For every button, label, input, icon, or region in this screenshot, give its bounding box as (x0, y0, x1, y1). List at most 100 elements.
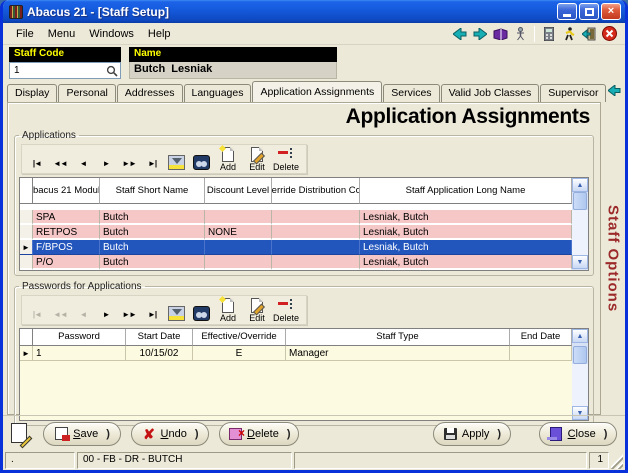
delete-icon (278, 298, 294, 313)
col-override-distribution[interactable]: Override Distribution Code (272, 178, 360, 204)
filter-icon[interactable] (165, 303, 187, 323)
find-icon[interactable] (190, 303, 212, 323)
save-button[interactable]: Save ) (43, 422, 121, 446)
back-icon[interactable] (450, 25, 470, 43)
staff-code-input[interactable]: 1 (9, 62, 121, 79)
col-staff-application-long-name[interactable]: Staff Application Long Name (360, 178, 572, 204)
tab-services[interactable]: Services (383, 84, 439, 102)
add-icon (222, 298, 234, 313)
stop-icon[interactable] (599, 25, 619, 43)
col-password[interactable]: Password (33, 329, 126, 346)
scroll-up-icon[interactable]: ▲ (572, 178, 588, 192)
forward-icon[interactable] (470, 25, 490, 43)
name-value: Butch Lesniak (129, 62, 337, 79)
col-end-date[interactable]: End Date (510, 329, 572, 346)
col-abacus-module[interactable]: Abacus 21 Module (33, 178, 100, 204)
edit-button[interactable]: Edit (243, 147, 271, 172)
last-record-button[interactable]: ►| (141, 305, 163, 323)
status-context: 00 - FB - DR - BUTCH (77, 452, 292, 469)
close-button[interactable]: × (601, 3, 621, 20)
scroll-down-icon[interactable]: ▼ (572, 255, 588, 269)
menu-bar: File Menu Windows Help (3, 23, 625, 45)
add-icon (222, 147, 234, 162)
table-row-selected[interactable]: ► F/BPOS Butch Lesniak, Butch (20, 240, 588, 255)
tab-addresses[interactable]: Addresses (117, 84, 183, 102)
close-button[interactable]: Close ) (539, 422, 617, 446)
fast-next-button[interactable]: ►► (118, 154, 140, 172)
table-row[interactable]: P/O Butch Lesniak, Butch ▼ (20, 255, 588, 270)
status-cell-left: . (5, 452, 75, 469)
menu-file[interactable]: File (9, 26, 41, 42)
tab-application-assignments[interactable]: Application Assignments (252, 81, 382, 102)
passwords-grid: Password Start Date Effective/Override S… (19, 328, 589, 421)
book-icon[interactable] (490, 25, 510, 43)
prev-record-button[interactable]: ◄ (72, 154, 94, 172)
scrollbar-thumb[interactable] (573, 192, 587, 210)
tab-scroll-left-icon[interactable] (608, 85, 621, 96)
toolbar-separator (534, 26, 535, 42)
last-record-button[interactable]: ►| (141, 154, 163, 172)
find-icon[interactable] (190, 152, 212, 172)
applications-group: Applications |◄ ◄◄ ◄ ► ►► ►| Add (14, 130, 594, 276)
staff-code-value: 1 (14, 65, 106, 76)
applications-scrollbar[interactable]: ▲ (572, 178, 588, 210)
notes-icon[interactable] (9, 422, 33, 446)
edit-button[interactable]: Edit (243, 298, 271, 323)
delete-button[interactable]: Delete ) (219, 422, 299, 446)
table-row[interactable]: RETPOS Butch NONE Lesniak, Butch (20, 225, 588, 240)
tab-supervisor[interactable]: Supervisor (540, 84, 606, 102)
col-effective-override[interactable]: Effective/Override (193, 329, 286, 346)
next-record-button[interactable]: ► (95, 154, 117, 172)
tab-display[interactable]: Display (7, 84, 57, 102)
first-record-button[interactable]: |◄ (26, 154, 48, 172)
person-icon[interactable] (510, 25, 530, 43)
minimize-button[interactable] (557, 3, 577, 20)
col-staff-short-name[interactable]: Staff Short Name (100, 178, 205, 204)
edit-icon (251, 298, 263, 313)
applications-grid: Abacus 21 Module Staff Short Name Discou… (19, 177, 589, 271)
table-row[interactable]: SPA Butch Lesniak, Butch (20, 210, 588, 225)
col-staff-type[interactable]: Staff Type (286, 329, 510, 346)
menu-help[interactable]: Help (141, 26, 178, 42)
passwords-group: Passwords for Applications |◄ ◄◄ ◄ ► ►► … (14, 281, 594, 426)
filter-icon[interactable] (165, 152, 187, 172)
next-record-button[interactable]: ► (95, 305, 117, 323)
menu-menu[interactable]: Menu (41, 26, 83, 42)
maximize-button[interactable] (579, 3, 599, 20)
delete-button[interactable]: Delete (272, 147, 300, 172)
app-window: Abacus 21 - [Staff Setup] × File Menu Wi… (0, 0, 628, 473)
col-discount-level[interactable]: Discount Level (205, 178, 272, 204)
exit-door-icon[interactable] (579, 25, 599, 43)
edit-icon (251, 147, 263, 162)
calculator-icon[interactable] (539, 25, 559, 43)
fast-prev-button[interactable]: ◄◄ (49, 154, 71, 172)
add-button[interactable]: Add (214, 147, 242, 172)
resize-grip[interactable] (611, 452, 623, 469)
running-man-icon[interactable] (559, 25, 579, 43)
tab-personal[interactable]: Personal (58, 84, 115, 102)
tab-languages[interactable]: Languages (184, 84, 252, 102)
delete-icon (278, 147, 294, 162)
col-start-date[interactable]: Start Date (126, 329, 193, 346)
scroll-up-icon[interactable]: ▲ (572, 329, 588, 343)
scrollbar-thumb[interactable] (573, 346, 587, 364)
applications-toolbar: |◄ ◄◄ ◄ ► ►► ►| Add Edit (21, 144, 307, 174)
apply-icon (443, 427, 458, 441)
row-pointer-icon: ► (20, 346, 33, 361)
first-record-button: |◄ (26, 305, 48, 323)
record-header: Staff Code 1 Name Butch Lesniak (3, 45, 625, 81)
search-icon[interactable] (106, 65, 118, 77)
applications-grid-header: Abacus 21 Module Staff Short Name Discou… (20, 178, 588, 210)
table-row-selected[interactable]: ► 1 10/15/02 E Manager (20, 346, 588, 364)
status-page-number: 1 (589, 452, 609, 469)
staff-code-label: Staff Code (9, 47, 121, 62)
menu-windows[interactable]: Windows (82, 26, 141, 42)
undo-button[interactable]: ✘ Undo ) (131, 422, 209, 446)
passwords-group-label: Passwords for Applications (19, 281, 145, 292)
tab-valid-job-classes[interactable]: Valid Job Classes (441, 84, 540, 102)
apply-button[interactable]: Apply ) (433, 422, 511, 446)
delete-button[interactable]: Delete (272, 298, 300, 323)
footer-button-bar: Save ) ✘ Undo ) Delete ) Apply ) Close ) (3, 415, 625, 451)
add-button[interactable]: Add (214, 298, 242, 323)
fast-next-button[interactable]: ►► (118, 305, 140, 323)
